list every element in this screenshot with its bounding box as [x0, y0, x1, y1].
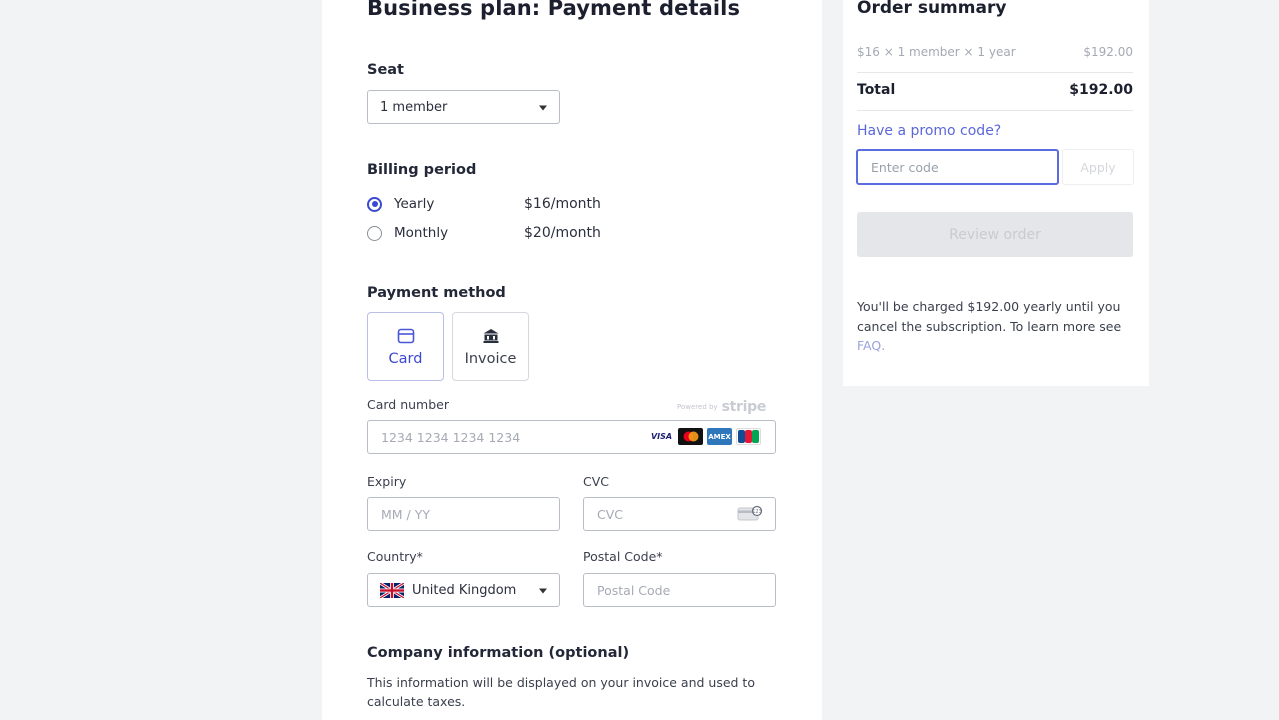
seat-label: Seat: [367, 62, 404, 78]
cvc-placeholder: CVC: [597, 506, 624, 522]
postal-code-input[interactable]: Postal Code: [583, 573, 776, 607]
payment-method-label: Payment method: [367, 285, 506, 301]
order-summary-card: Order summary $16 × 1 member × 1 year $1…: [843, 0, 1149, 386]
expiry-label: Expiry: [367, 474, 407, 489]
payment-method-label: Card: [388, 350, 423, 367]
card-number-placeholder: 1234 1234 1234 1234: [381, 429, 521, 445]
country-select[interactable]: United Kingdom: [367, 573, 560, 607]
company-info-description: This information will be displayed on yo…: [367, 675, 755, 709]
line-item-amount: $192.00: [1083, 45, 1133, 59]
jcb-icon: [736, 428, 761, 445]
billing-option-monthly[interactable]: Monthly: [367, 225, 448, 241]
radio-monthly[interactable]: [367, 225, 382, 241]
promo-code-input[interactable]: Enter code: [856, 149, 1059, 185]
billing-option-label: Monthly: [394, 225, 449, 241]
visa-icon: VISA: [649, 428, 674, 445]
postal-code-label: Postal Code*: [583, 549, 663, 564]
uk-flag-icon: [380, 582, 404, 598]
expiry-placeholder: MM / YY: [381, 506, 430, 522]
billing-option-label: Yearly: [394, 196, 435, 212]
amex-icon: AMEX: [707, 428, 732, 445]
cvc-card-icon: 123: [737, 505, 763, 525]
summary-divider: [857, 72, 1133, 73]
charge-note: You'll be charged $192.00 yearly until y…: [857, 297, 1137, 356]
total-amount: $192.00: [1069, 82, 1133, 98]
payment-method-invoice[interactable]: Invoice: [452, 312, 529, 381]
promo-code-placeholder: Enter code: [871, 159, 939, 175]
order-summary-title: Order summary: [857, 0, 1007, 18]
cvc-label: CVC: [583, 474, 610, 489]
seat-select-value: 1 member: [380, 99, 448, 115]
powered-by-text: Powered by: [677, 403, 718, 411]
country-label: Country*: [367, 549, 423, 564]
checkout-page: Business plan: Payment details Seat 1 me…: [0, 0, 1279, 720]
charge-note-text: You'll be charged $192.00 yearly until y…: [857, 299, 1122, 334]
payment-method-label: Invoice: [464, 350, 517, 367]
card-number-label: Card number: [367, 397, 450, 412]
card-brands: VISA AMEX: [649, 428, 761, 445]
line-item-label: $16 × 1 member × 1 year: [857, 45, 1016, 59]
billing-option-yearly[interactable]: Yearly: [367, 196, 434, 212]
company-info-label: Company information (optional): [367, 645, 630, 661]
total-label: Total: [857, 82, 896, 98]
radio-yearly[interactable]: [367, 196, 382, 212]
card-icon: [397, 327, 415, 345]
review-order-button[interactable]: Review order: [857, 212, 1133, 257]
seat-select[interactable]: 1 member: [367, 90, 560, 124]
card-number-input[interactable]: 1234 1234 1234 1234 VISA AMEX: [367, 420, 776, 454]
postal-code-placeholder: Postal Code: [597, 582, 671, 598]
summary-divider: [857, 110, 1133, 111]
bank-icon: [482, 327, 500, 345]
chevron-down-icon: [539, 105, 547, 111]
summary-line-item: $16 × 1 member × 1 year $192.00: [857, 45, 1133, 59]
page-title: Business plan: Payment details: [367, 0, 741, 20]
summary-total: Total $192.00: [857, 82, 1133, 98]
cvc-input[interactable]: CVC 123: [583, 497, 776, 531]
mastercard-icon: [678, 428, 703, 445]
powered-by-stripe: Powered by stripe: [677, 399, 766, 415]
faq-link[interactable]: FAQ.: [857, 338, 885, 353]
payment-details-card: Business plan: Payment details Seat 1 me…: [322, 0, 822, 720]
stripe-logo: stripe: [721, 399, 767, 415]
billing-option-price: $20/month: [524, 225, 601, 241]
country-select-value: United Kingdom: [412, 582, 517, 598]
billing-option-price: $16/month: [524, 196, 601, 212]
billing-period-label: Billing period: [367, 162, 477, 178]
svg-text:123: 123: [752, 509, 762, 515]
expiry-input[interactable]: MM / YY: [367, 497, 560, 531]
payment-method-card[interactable]: Card: [367, 312, 444, 381]
promo-code-link[interactable]: Have a promo code?: [857, 123, 1001, 139]
chevron-down-icon: [539, 588, 547, 594]
apply-button[interactable]: Apply: [1062, 149, 1134, 185]
